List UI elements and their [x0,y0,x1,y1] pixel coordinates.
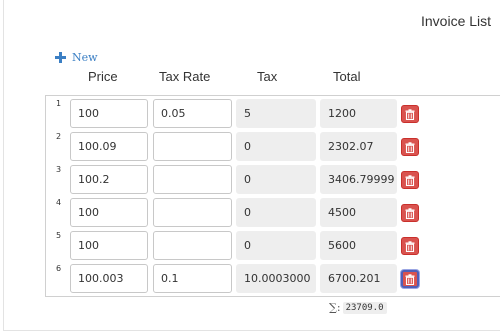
row-number: 4 [56,198,62,207]
total-field [320,165,397,194]
tax-field [236,231,316,260]
table-row: 4 [46,195,500,228]
trash-icon [405,108,415,120]
total-field [320,198,397,227]
tax-rate-input[interactable] [153,165,232,194]
tax-field [236,264,316,293]
sum-value: 23709.0 [342,301,387,314]
invoice-table: 1 2 3 4 [45,95,500,297]
row-number: 5 [56,231,62,240]
tax-rate-input[interactable] [153,231,232,260]
tax-rate-input[interactable] [153,264,232,293]
table-row: 3 [46,162,500,195]
sum-symbol: ∑: [329,301,341,314]
delete-row-button[interactable] [401,204,419,222]
page-title: Invoice List [421,13,492,29]
tax-rate-input[interactable] [153,198,232,227]
table-row: 1 [46,96,500,129]
delete-row-button[interactable] [401,171,419,189]
delete-row-button[interactable] [401,237,419,255]
new-invoice-button[interactable]: New [55,51,98,64]
new-label: New [72,51,98,64]
plus-icon [55,52,66,63]
tax-rate-input[interactable] [153,99,232,128]
column-header-price: Price [88,69,118,84]
trash-icon [405,174,415,186]
trash-icon [405,141,415,153]
column-header-total: Total [333,69,361,84]
delete-row-button[interactable] [401,105,419,123]
sum-display: ∑: 23709.0 [329,301,387,314]
price-input[interactable] [70,99,148,128]
tax-rate-input[interactable] [153,132,232,161]
table-row: 6 [46,261,500,294]
column-header-tax-rate: Tax Rate [159,69,211,84]
tax-field [236,165,316,194]
row-number: 1 [56,99,62,108]
table-row: 5 [46,228,500,261]
total-field [320,231,397,260]
tax-field [236,99,316,128]
delete-row-button[interactable] [401,270,419,288]
column-header-tax: Tax [257,69,278,84]
total-field [320,99,397,128]
price-input[interactable] [70,231,148,260]
row-number: 6 [56,264,62,273]
trash-icon [405,207,415,219]
table-row: 2 [46,129,500,162]
trash-icon [405,240,415,252]
total-field [320,264,397,293]
price-input[interactable] [70,264,148,293]
price-input[interactable] [70,132,148,161]
row-number: 2 [56,132,62,141]
tax-field [236,198,316,227]
total-field [320,132,397,161]
trash-icon [405,273,415,285]
price-input[interactable] [70,198,148,227]
delete-row-button[interactable] [401,138,419,156]
tax-field [236,132,316,161]
price-input[interactable] [70,165,148,194]
row-number: 3 [56,165,62,174]
